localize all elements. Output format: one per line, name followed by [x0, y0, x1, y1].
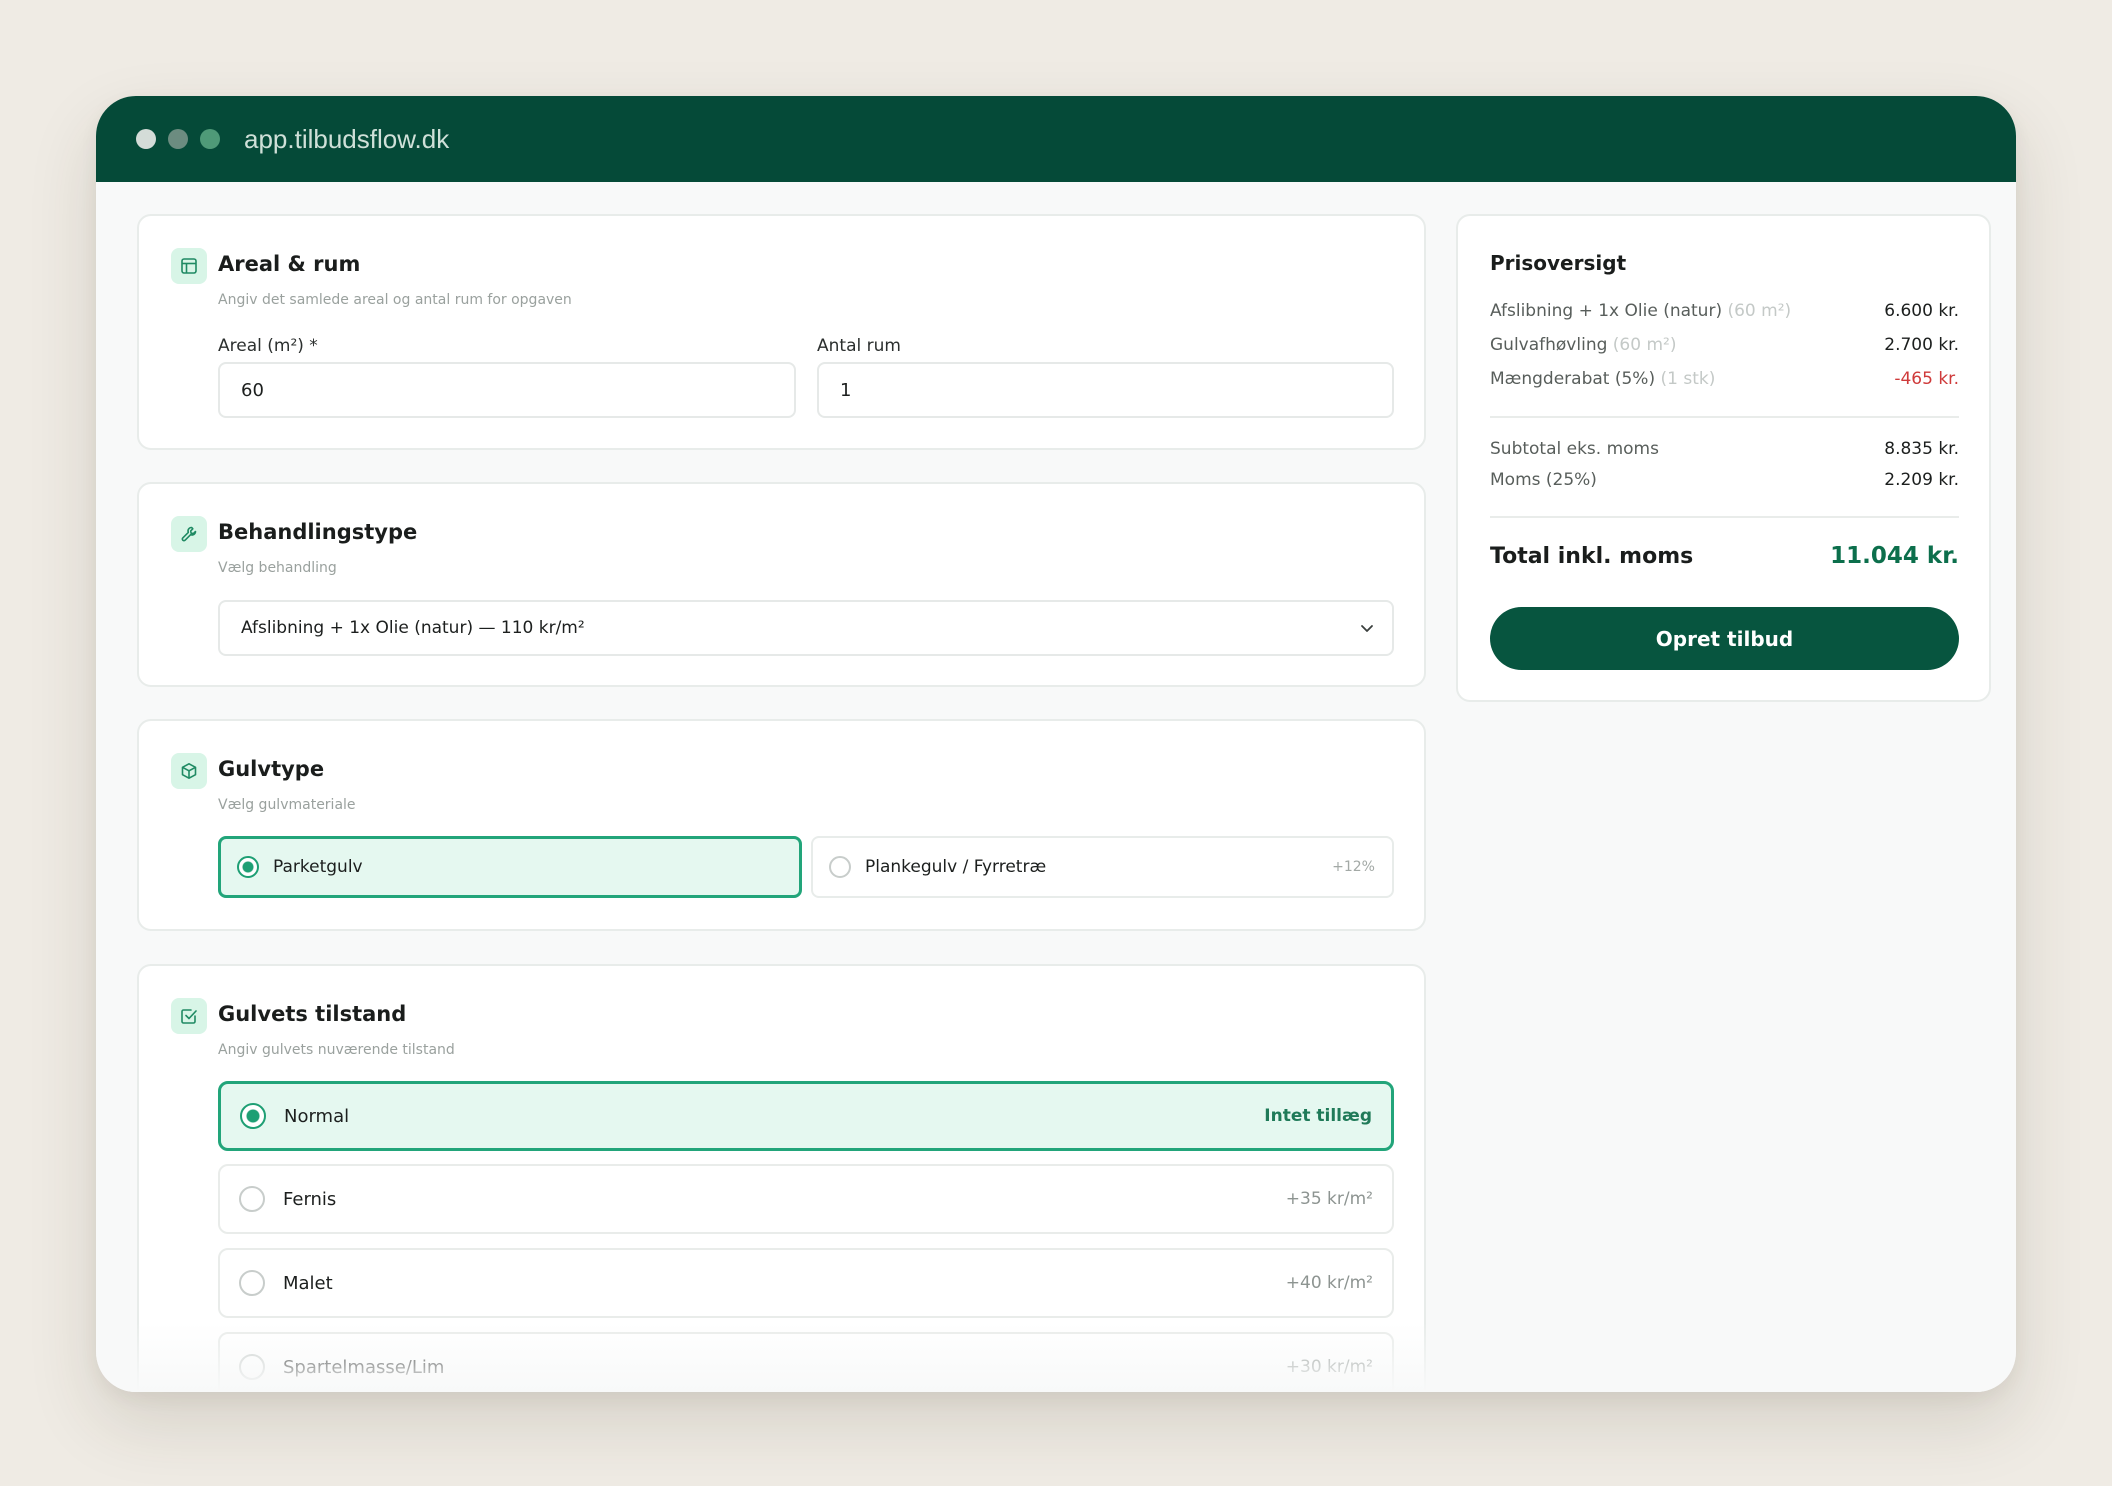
condition-option-label: Fernis: [283, 1188, 337, 1210]
floor-type-section-subtitle: Vælg gulvmateriale: [218, 797, 356, 813]
area-input[interactable]: 60: [218, 362, 796, 418]
subtotal-value: 8.835 kr.: [1884, 439, 1959, 459]
treatment-select[interactable]: Afslibning + 1x Olie (natur) — 110 kr/m²: [218, 600, 1394, 656]
price-line: Gulvafhøvling (60 m²) 2.700 kr.: [1490, 335, 1959, 355]
treatment-select-value: Afslibning + 1x Olie (natur) — 110 kr/m²: [241, 618, 585, 638]
price-line-label: Afslibning + 1x Olie (natur): [1490, 301, 1723, 321]
subtotal-line: Subtotal eks. moms 8.835 kr.: [1490, 439, 1959, 459]
area-section-subtitle: Angiv det samlede areal og antal rum for…: [218, 292, 572, 308]
subtotal-label: Subtotal eks. moms: [1490, 439, 1659, 459]
table-icon: [171, 248, 207, 284]
floor-option-label: Parketgulv: [273, 857, 363, 877]
condition-option-normal[interactable]: Normal Intet tillæg: [218, 1081, 1394, 1151]
condition-option-malet[interactable]: Malet +40 kr/m²: [218, 1248, 1394, 1318]
condition-section-subtitle: Angiv gulvets nuværende tilstand: [218, 1042, 455, 1058]
condition-option-label: Normal: [284, 1105, 350, 1127]
box-icon: [171, 753, 207, 789]
chevron-down-icon: [1358, 619, 1376, 642]
area-section: Areal & rum Angiv det samlede areal og a…: [137, 214, 1426, 450]
price-line-value: 2.700 kr.: [1884, 335, 1959, 355]
price-line-note: (60 m²): [1612, 335, 1677, 355]
floor-type-section: Gulvtype Vælg gulvmateriale Parketgulv P…: [137, 719, 1426, 931]
floor-type-section-title: Gulvtype: [218, 757, 325, 781]
price-line-discount: Mængderabat (5%) (1 stk) -465 kr.: [1490, 369, 1959, 389]
divider: [1490, 516, 1959, 518]
treatment-section: Behandlingstype Vælg behandling Afslibni…: [137, 482, 1426, 687]
close-window-dot[interactable]: [136, 129, 156, 149]
condition-section: Gulvets tilstand Angiv gulvets nuværende…: [137, 964, 1426, 1392]
floor-option-surcharge: +12%: [1332, 859, 1375, 875]
price-line-label: Mængderabat (5%): [1490, 369, 1656, 389]
minimize-window-dot[interactable]: [168, 129, 188, 149]
total-value: 11.044 kr.: [1830, 543, 1959, 569]
price-line-label: Gulvafhøvling: [1490, 335, 1608, 355]
condition-section-title: Gulvets tilstand: [218, 1002, 407, 1026]
area-input-value: 60: [241, 379, 264, 401]
radio-icon: [239, 1186, 265, 1212]
treatment-section-title: Behandlingstype: [218, 520, 418, 544]
price-overview-panel: Prisoversigt Afslibning + 1x Olie (natur…: [1456, 214, 1991, 702]
rooms-label: Antal rum: [817, 336, 901, 356]
wrench-icon: [171, 516, 207, 552]
total-line: Total inkl. moms 11.044 kr.: [1490, 543, 1959, 569]
rooms-input[interactable]: 1: [817, 362, 1394, 418]
app-window: app.tilbudsflow.dk Areal & rum Angiv det…: [96, 96, 2016, 1392]
floor-option-label: Plankegulv / Fyrretræ: [865, 857, 1047, 877]
radio-selected-icon: [240, 1103, 266, 1129]
area-label: Areal (m²) *: [218, 336, 318, 356]
area-section-title: Areal & rum: [218, 252, 361, 276]
condition-option-surcharge: +40 kr/m²: [1285, 1273, 1373, 1293]
price-overview-title: Prisoversigt: [1490, 251, 1627, 275]
condition-option-surcharge: +35 kr/m²: [1285, 1189, 1373, 1209]
floor-option-parket[interactable]: Parketgulv: [218, 836, 802, 898]
vat-value: 2.209 kr.: [1884, 470, 1959, 490]
total-label: Total inkl. moms: [1490, 543, 1694, 569]
title-bar: app.tilbudsflow.dk: [96, 96, 2016, 182]
maximize-window-dot[interactable]: [200, 129, 220, 149]
address-url: app.tilbudsflow.dk: [244, 123, 450, 154]
condition-option-surcharge: +30 kr/m²: [1285, 1357, 1373, 1377]
radio-icon: [829, 856, 851, 878]
condition-option-surcharge: Intet tillæg: [1264, 1106, 1372, 1126]
divider: [1490, 416, 1959, 418]
radio-icon: [239, 1354, 265, 1380]
condition-option-label: Spartelmasse/Lim: [283, 1356, 445, 1378]
condition-option-spartelmasse[interactable]: Spartelmasse/Lim +30 kr/m²: [218, 1332, 1394, 1392]
price-line-value: 6.600 kr.: [1884, 301, 1959, 321]
vat-label: Moms (25%): [1490, 470, 1597, 490]
floor-option-planke[interactable]: Plankegulv / Fyrretræ +12%: [811, 836, 1394, 898]
vat-line: Moms (25%) 2.209 kr.: [1490, 470, 1959, 490]
price-line-note: (60 m²): [1727, 301, 1792, 321]
treatment-section-subtitle: Vælg behandling: [218, 560, 337, 576]
radio-icon: [239, 1270, 265, 1296]
condition-option-label: Malet: [283, 1272, 333, 1294]
create-quote-button[interactable]: Opret tilbud: [1490, 607, 1959, 670]
price-line: Afslibning + 1x Olie (natur) (60 m²) 6.6…: [1490, 301, 1959, 321]
price-line-note: (1 stk): [1660, 369, 1716, 389]
rooms-input-value: 1: [840, 379, 852, 401]
discount-value: -465 kr.: [1894, 369, 1959, 389]
condition-option-fernis[interactable]: Fernis +35 kr/m²: [218, 1164, 1394, 1234]
radio-selected-icon: [237, 856, 259, 878]
checkbox-icon: [171, 998, 207, 1034]
page-content: Areal & rum Angiv det samlede areal og a…: [96, 182, 2016, 1392]
